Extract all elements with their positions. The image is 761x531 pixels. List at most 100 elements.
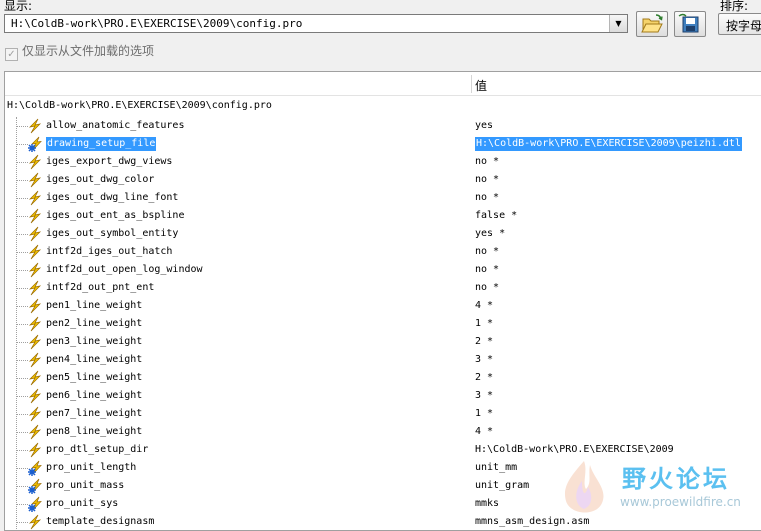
option-name[interactable]: iges_export_dwg_views — [46, 155, 172, 169]
lightning-icon — [27, 442, 43, 458]
open-file-button[interactable] — [636, 11, 668, 37]
star-lightning-icon — [27, 496, 43, 512]
option-name[interactable]: intf2d_iges_out_hatch — [46, 245, 172, 259]
option-row[interactable]: iges_export_dwg_views no * — [5, 153, 761, 171]
option-name[interactable]: pro_unit_length — [46, 461, 136, 475]
option-row[interactable]: intf2d_out_pnt_ent no * — [5, 279, 761, 297]
option-value[interactable]: 1 * — [475, 317, 493, 331]
option-value[interactable]: 4 * — [475, 299, 493, 313]
option-name[interactable]: drawing_setup_file — [46, 137, 157, 151]
only-loaded-checkbox-row[interactable]: ✓ 仅显示从文件加载的选项 — [5, 42, 155, 61]
value-column-header[interactable]: 值 — [475, 77, 487, 94]
option-row[interactable]: iges_out_symbol_entity yes * — [5, 225, 761, 243]
option-row[interactable]: pen5_line_weight 2 * — [5, 369, 761, 387]
lightning-icon — [27, 334, 43, 350]
option-name[interactable]: pro_unit_mass — [46, 479, 124, 493]
option-name[interactable]: iges_out_dwg_color — [46, 173, 154, 187]
option-row[interactable]: pen3_line_weight 2 * — [5, 333, 761, 351]
option-name[interactable]: iges_out_ent_as_bspline — [46, 209, 184, 223]
only-loaded-checkbox[interactable]: ✓ — [5, 48, 18, 61]
option-name[interactable]: iges_out_symbol_entity — [46, 227, 178, 241]
option-row[interactable]: pen1_line_weight 4 * — [5, 297, 761, 315]
option-name[interactable]: template_designasm — [46, 515, 154, 529]
option-value[interactable]: yes — [475, 119, 493, 133]
option-row[interactable]: intf2d_iges_out_hatch no * — [5, 243, 761, 261]
option-row[interactable]: iges_out_dwg_color no * — [5, 171, 761, 189]
option-value[interactable]: yes * — [475, 227, 505, 241]
option-name[interactable]: iges_out_dwg_line_font — [46, 191, 178, 205]
lightning-icon — [27, 190, 43, 206]
lightning-icon — [27, 298, 43, 314]
option-row[interactable]: drawing_setup_file H:\ColdB-work\PRO.E\EX… — [5, 135, 761, 153]
option-value[interactable]: 2 * — [475, 335, 493, 349]
option-value[interactable]: 3 * — [475, 389, 493, 403]
lightning-icon — [27, 208, 43, 224]
save-file-button[interactable] — [674, 11, 706, 37]
lightning-icon — [27, 406, 43, 422]
lightning-icon — [27, 352, 43, 368]
option-value[interactable]: false * — [475, 209, 517, 223]
option-name[interactable]: intf2d_out_pnt_ent — [46, 281, 154, 295]
option-value[interactable]: 1 * — [475, 407, 493, 421]
option-value[interactable]: no * — [475, 281, 499, 295]
lightning-icon — [27, 370, 43, 386]
option-value[interactable]: no * — [475, 173, 499, 187]
flame-logo-icon — [564, 461, 604, 513]
tree-root-path[interactable]: H:\ColdB-work\PRO.E\EXERCISE\2009\config… — [7, 100, 272, 111]
folder-open-icon — [641, 14, 663, 33]
show-label: 显示: — [4, 0, 33, 13]
only-loaded-label: 仅显示从文件加载的选项 — [22, 44, 155, 58]
lightning-icon — [27, 262, 43, 278]
option-row[interactable]: pen6_line_weight 3 * — [5, 387, 761, 405]
lightning-icon — [27, 118, 43, 134]
option-row[interactable]: iges_out_dwg_line_font no * — [5, 189, 761, 207]
config-file-path: H:\ColdB-work\PRO.E\EXERCISE\2009\config… — [11, 17, 303, 30]
option-name[interactable]: pen1_line_weight — [46, 299, 142, 313]
option-name[interactable]: pen7_line_weight — [46, 407, 142, 421]
sort-dropdown[interactable]: 按字母 — [718, 13, 761, 35]
star-lightning-icon — [27, 136, 43, 152]
option-row[interactable]: pen7_line_weight 1 * — [5, 405, 761, 423]
option-name[interactable]: pen5_line_weight — [46, 371, 142, 385]
option-value[interactable]: unit_mm — [475, 461, 517, 475]
option-value[interactable]: no * — [475, 191, 499, 205]
option-value[interactable]: 4 * — [475, 425, 493, 439]
lightning-icon — [27, 280, 43, 296]
option-value[interactable]: H:\ColdB-work\PRO.E\EXERCISE\2009\peizhi… — [475, 137, 742, 151]
option-row[interactable]: pen2_line_weight 1 * — [5, 315, 761, 333]
option-name[interactable]: pen3_line_weight — [46, 335, 142, 349]
chevron-down-icon[interactable]: ▼ — [609, 15, 627, 32]
lightning-icon — [27, 172, 43, 188]
forum-watermark: 野火论坛 www.proewildfire.cn — [552, 457, 761, 522]
column-header: 值 — [5, 72, 761, 96]
option-name[interactable]: allow_anatomic_features — [46, 119, 184, 133]
option-value[interactable]: mmks — [475, 497, 499, 511]
option-value[interactable]: no * — [475, 155, 499, 169]
option-name[interactable]: pro_unit_sys — [46, 497, 118, 511]
option-value[interactable]: no * — [475, 245, 499, 259]
option-name[interactable]: intf2d_out_open_log_window — [46, 263, 203, 277]
option-row[interactable]: pen8_line_weight 4 * — [5, 423, 761, 441]
option-value[interactable]: 3 * — [475, 353, 493, 367]
option-name[interactable]: pen4_line_weight — [46, 353, 142, 367]
option-row[interactable]: pen4_line_weight 3 * — [5, 351, 761, 369]
lightning-icon — [27, 424, 43, 440]
option-name[interactable]: pro_dtl_setup_dir — [46, 443, 148, 457]
option-row[interactable]: allow_anatomic_features yes — [5, 117, 761, 135]
lightning-icon — [27, 316, 43, 332]
lightning-icon — [27, 154, 43, 170]
option-value[interactable]: unit_gram — [475, 479, 529, 493]
star-lightning-icon — [27, 478, 43, 494]
option-value[interactable]: H:\ColdB-work\PRO.E\EXERCISE\2009 — [475, 443, 674, 457]
config-file-combobox[interactable]: H:\ColdB-work\PRO.E\EXERCISE\2009\config… — [4, 14, 628, 33]
save-disk-icon — [678, 13, 699, 33]
option-value[interactable]: 2 * — [475, 371, 493, 385]
option-row[interactable]: iges_out_ent_as_bspline false * — [5, 207, 761, 225]
option-name[interactable]: pen2_line_weight — [46, 317, 142, 331]
option-row[interactable]: intf2d_out_open_log_window no * — [5, 261, 761, 279]
option-name[interactable]: pen6_line_weight — [46, 389, 142, 403]
option-name[interactable]: pen8_line_weight — [46, 425, 142, 439]
option-value[interactable]: no * — [475, 263, 499, 277]
lightning-icon — [27, 514, 43, 530]
watermark-title: 野火论坛 — [622, 465, 730, 493]
